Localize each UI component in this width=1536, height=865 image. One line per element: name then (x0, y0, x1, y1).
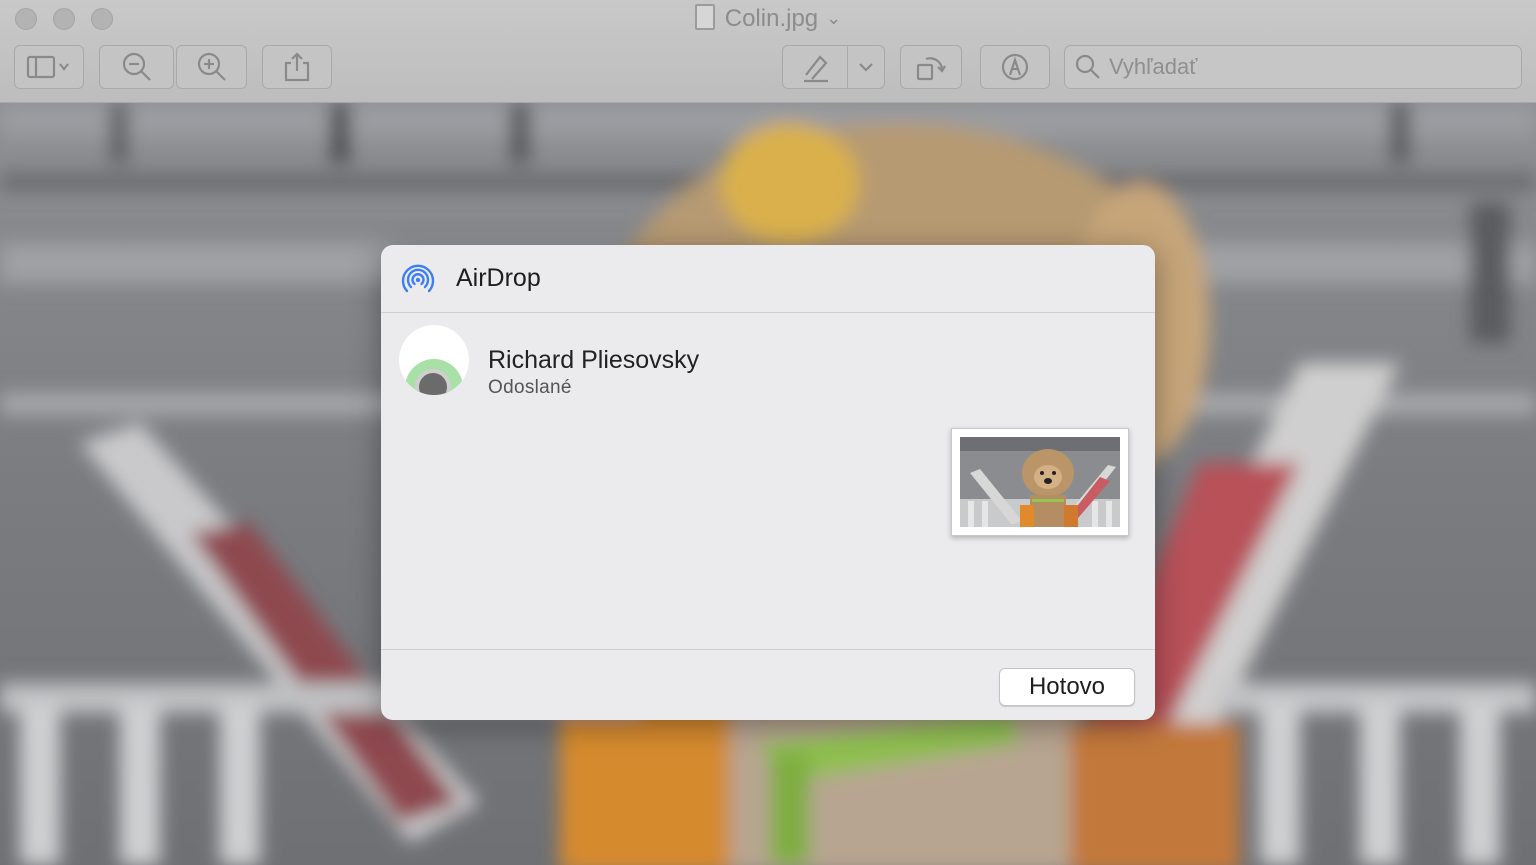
zoom-in-icon (197, 52, 226, 81)
window-toolbar: Colin.jpg ⌄ (0, 0, 1536, 103)
pen-icon (804, 55, 828, 83)
airdrop-sheet: AirDrop Richard Pliesovsky Odoslané Hoto… (381, 245, 1155, 720)
zoom-out-button[interactable] (99, 45, 174, 89)
search-field[interactable] (1064, 45, 1522, 89)
window-title: Colin.jpg (724, 5, 819, 32)
search-icon (1075, 54, 1100, 79)
window-title-area[interactable]: Colin.jpg ⌄ (0, 4, 1536, 33)
airdrop-title: AirDrop (456, 264, 541, 292)
zoom-in-button[interactable] (176, 45, 247, 89)
avatar (399, 325, 469, 395)
airdrop-icon (401, 264, 435, 293)
rotate-icon (916, 57, 946, 81)
markup-toolbar-button[interactable] (980, 45, 1050, 89)
zoom-out-icon (122, 52, 151, 81)
dog-thumbnail-image (960, 437, 1120, 527)
markup-icon (1001, 53, 1029, 81)
share-icon (284, 52, 310, 82)
document-icon (694, 4, 715, 30)
airdrop-header: AirDrop (381, 245, 1155, 313)
done-button[interactable]: Hotovo (999, 668, 1135, 706)
chevron-down-icon: ⌄ (826, 8, 842, 28)
sent-file-thumbnail (951, 428, 1129, 536)
search-input[interactable] (1109, 54, 1509, 80)
rotate-button[interactable] (900, 45, 962, 89)
sidebar-toggle-button[interactable] (14, 45, 84, 89)
highlight-button[interactable] (782, 45, 848, 89)
highlight-dropdown-button[interactable] (847, 45, 885, 89)
sidebar-icon (26, 55, 69, 79)
chevron-down-icon (859, 63, 873, 72)
share-button[interactable] (262, 45, 332, 89)
recipient-status: Odoslané (488, 377, 572, 398)
recipient-name: Richard Pliesovsky (488, 346, 700, 374)
airdrop-footer: Hotovo (381, 649, 1155, 720)
